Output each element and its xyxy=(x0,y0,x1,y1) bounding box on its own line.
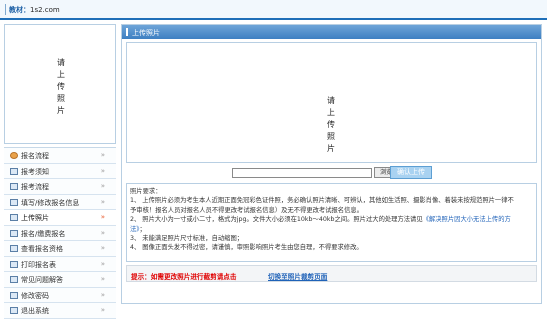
sidebar-item-label: 填写/修改报名信息 xyxy=(21,198,80,207)
tips-line: 1、 上传照片必须为考生本人近期正面免冠彩色证件照，务必确认照片清晰、可辨认，其… xyxy=(130,197,514,205)
sidebar-item-label: 报名/缴费报名 xyxy=(21,229,66,238)
tips-line: 2、 照片大小为一寸或小二寸，格式为jpg。文件大小必须在10kb～40kb之间… xyxy=(130,215,533,224)
tips-line: 法》； xyxy=(130,225,533,234)
sidebar-item-logout[interactable]: 退出系统 » xyxy=(4,303,116,319)
doc-icon xyxy=(10,198,18,206)
chevron-right-icon: » xyxy=(100,290,105,299)
site-label: 教材： xyxy=(9,6,30,14)
chevron-right-icon: » xyxy=(100,197,105,206)
sidebar-item-change-password[interactable]: 修改密码 » xyxy=(4,287,116,303)
chevron-right-icon: » xyxy=(100,182,105,190)
sidebar-item-label: 查看报名资格 xyxy=(21,245,63,253)
sidebar-item-label: 报名流程 xyxy=(21,152,49,160)
sidebar-item-exam-notice[interactable]: 报考须知 » xyxy=(4,163,116,179)
crop-page-link[interactable]: 切换至照片裁剪页面 xyxy=(268,271,327,281)
photo-preview: 请上传照片 xyxy=(126,42,537,163)
sidebar-item-exam-process[interactable]: 报考流程 » xyxy=(4,179,116,195)
sidebar-photo-placeholder: 请上传照片 xyxy=(57,58,65,115)
sidebar-item-label: 打印报名表 xyxy=(21,260,56,269)
upload-button[interactable]: 确认上传 xyxy=(390,166,432,179)
sidebar-item-payment[interactable]: 报名/缴费报名 » xyxy=(4,225,116,241)
chevron-right-icon: » xyxy=(100,228,105,237)
doc-icon xyxy=(10,245,18,252)
gear-icon xyxy=(10,152,18,159)
doc-icon xyxy=(10,214,18,221)
chevron-right-icon: » xyxy=(100,244,105,252)
sidebar-item-label: 修改密码 xyxy=(21,291,49,300)
doc-icon xyxy=(10,291,18,299)
sidebar-item-label: 退出系统 xyxy=(21,307,49,315)
doc-icon xyxy=(10,167,18,175)
tips-text: ； xyxy=(139,225,146,233)
doc-icon xyxy=(10,183,18,190)
doc-icon xyxy=(10,307,18,314)
sidebar: 请上传照片 报名流程 » 报考须知 » 报考流程 » 填写/修改报名信息 » 上… xyxy=(4,24,116,324)
site-info: 教材：1s2.com xyxy=(9,5,60,15)
site-url: 1s2.com xyxy=(30,6,60,14)
tips-line: 4、 图像正面头发不得过密，请谨慎，审照影响照片考生由您自理，不得要求修改。 xyxy=(130,244,363,252)
doc-icon xyxy=(10,276,18,283)
sidebar-menu: 报名流程 » 报考须知 » 报考流程 » 填写/修改报名信息 » 上传照片 » … xyxy=(4,147,116,319)
header-marker-icon xyxy=(126,28,128,36)
sidebar-item-faq[interactable]: 常见问题解答 » xyxy=(4,272,116,288)
resize-help-link[interactable]: 《解决照片因大小无法上传的方 xyxy=(423,216,511,223)
crop-hint-text: 提示：如需更改照片进行截剪请点击 xyxy=(131,273,237,281)
crop-hint-bar: 提示：如需更改照片进行截剪请点击 切换至照片裁剪页面 xyxy=(126,265,537,282)
top-bar: 教材：1s2.com xyxy=(0,0,547,20)
sidebar-item-label: 常见问题解答 xyxy=(21,276,63,284)
tips-heading: 照片要求： xyxy=(130,188,162,195)
sidebar-item-registration-flow[interactable]: 报名流程 » xyxy=(4,148,116,164)
tips-line: 予审核！报名人员对报名人员不得更改考试报名信息）及无不得更改考试报名信息。 xyxy=(130,206,363,214)
chevron-right-icon: » xyxy=(100,213,105,221)
panel-header: 上传照片 xyxy=(122,25,541,39)
file-path-input[interactable] xyxy=(232,168,372,178)
chevron-right-icon: » xyxy=(100,275,105,283)
sidebar-item-label: 上传照片 xyxy=(21,214,49,222)
chevron-right-icon: » xyxy=(100,151,105,159)
photo-preview-placeholder: 请上传照片 xyxy=(327,96,335,153)
sidebar-photo-box: 请上传照片 xyxy=(4,24,116,144)
sidebar-item-upload-photo[interactable]: 上传照片 » xyxy=(4,210,116,226)
chevron-right-icon: » xyxy=(100,166,105,175)
main-panel: 上传照片 请上传照片 浏览... 确认上传 照片要求： 1、 上传照片必须为考生… xyxy=(121,24,542,304)
sidebar-item-edit-info[interactable]: 填写/修改报名信息 » xyxy=(4,194,116,210)
doc-icon xyxy=(10,260,18,268)
sidebar-item-label: 报考须知 xyxy=(21,167,49,176)
photo-requirements: 照片要求： 1、 上传照片必须为考生本人近期正面免冠彩色证件照，务必确认照片清晰… xyxy=(126,183,537,262)
sidebar-item-view-qualification[interactable]: 查看报名资格 » xyxy=(4,241,116,257)
tips-text: 2、 照片大小为一寸或小二寸，格式为jpg。文件大小必须在10kb～40kb之间… xyxy=(130,216,423,224)
chevron-right-icon: » xyxy=(100,306,105,314)
chevron-right-icon: » xyxy=(100,259,105,268)
page-title: 上传照片 xyxy=(132,29,160,37)
doc-icon xyxy=(10,229,18,237)
tips-line: 3、 未能满足照片尺寸标准，自动缩图； xyxy=(130,235,244,243)
header-separator xyxy=(5,4,6,15)
sidebar-item-label: 报考流程 xyxy=(21,183,49,191)
sidebar-item-print-form[interactable]: 打印报名表 » xyxy=(4,256,116,272)
